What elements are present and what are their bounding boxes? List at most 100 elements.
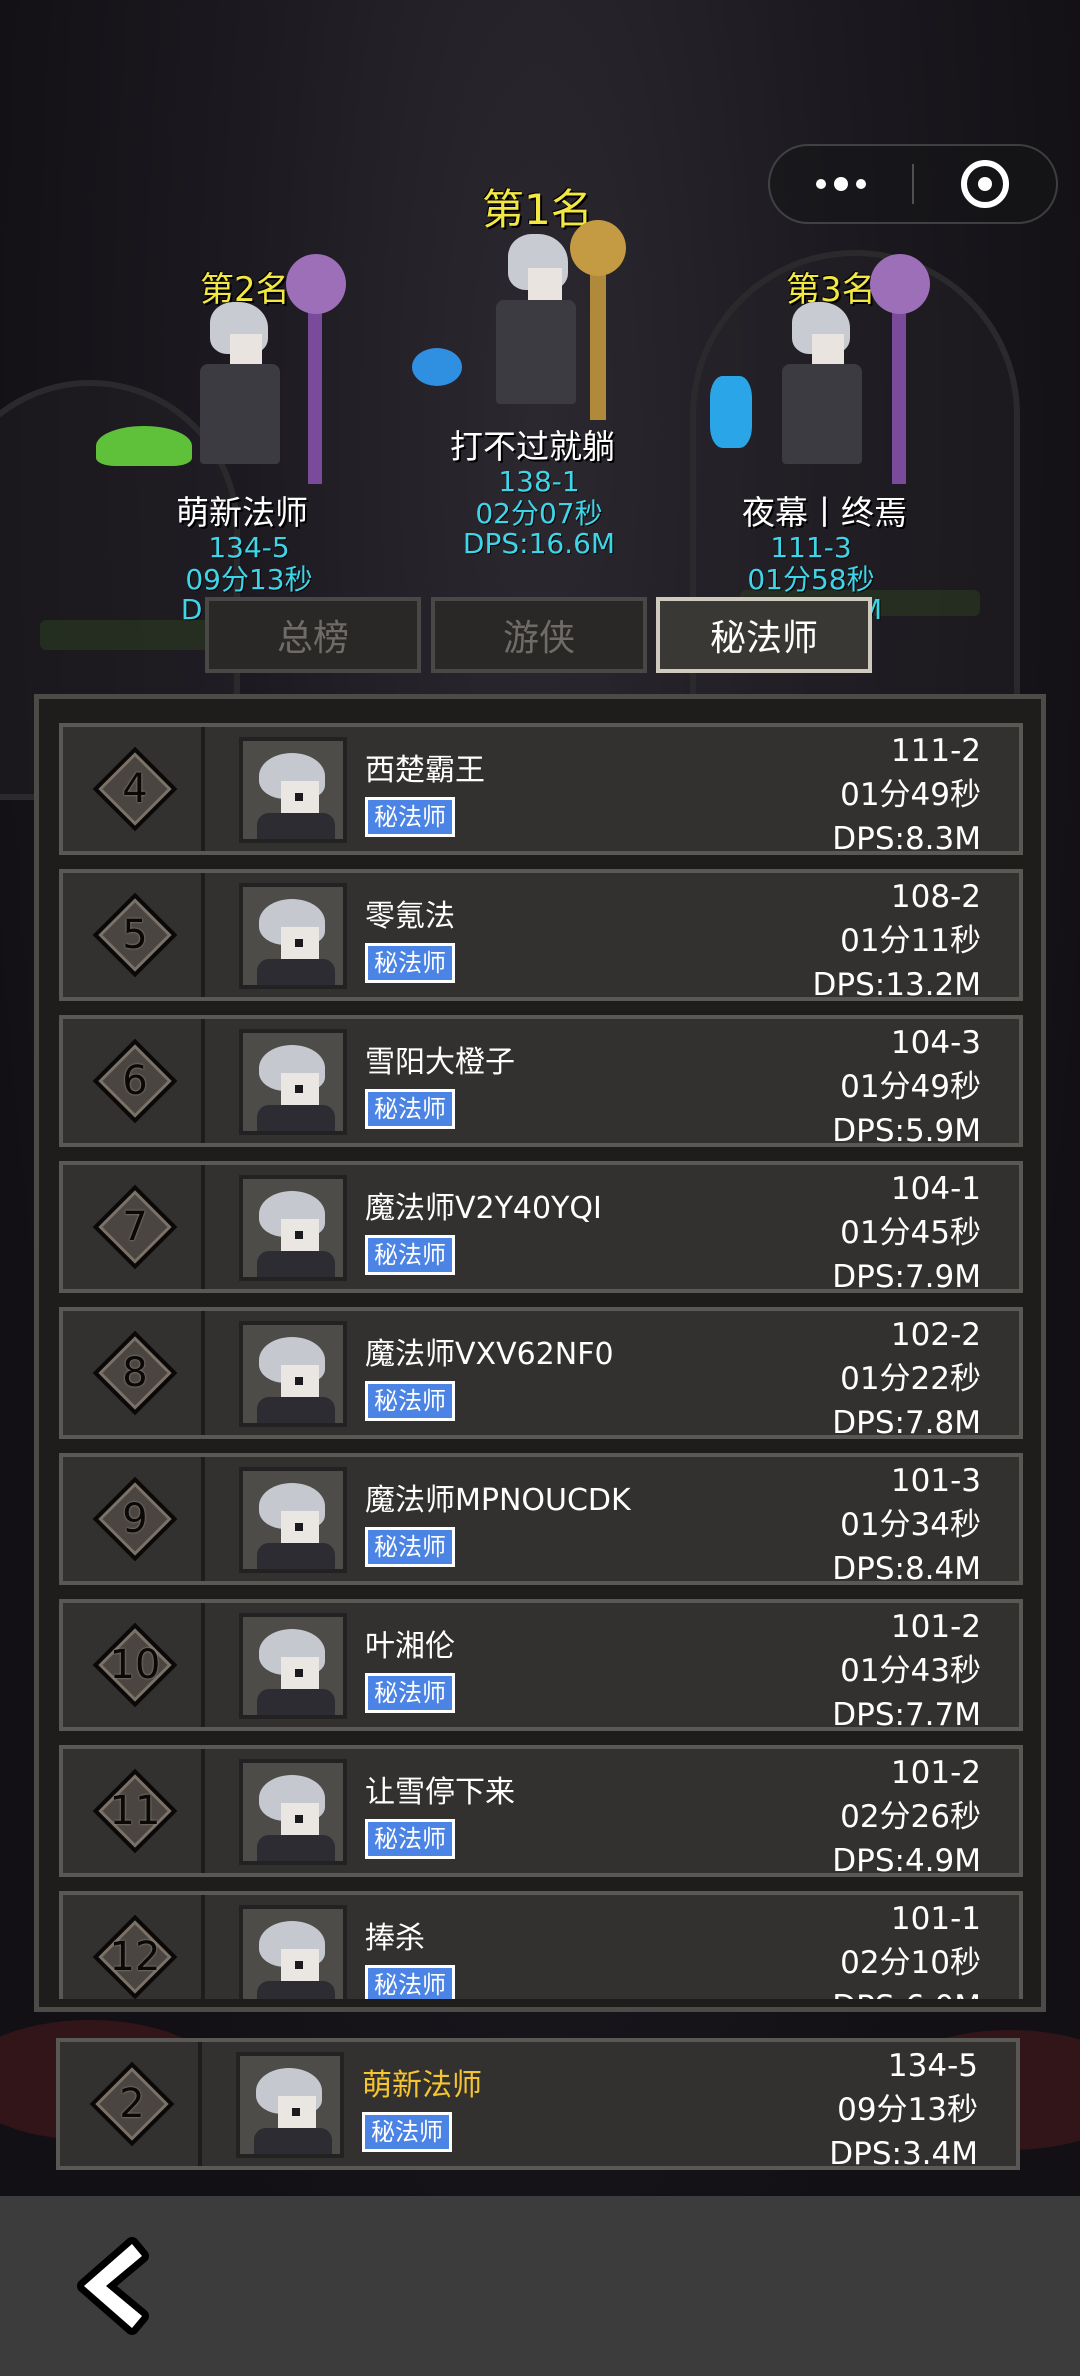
player-stats: 101-3 01分34秒 DPS:8.4M: [832, 1459, 981, 1591]
avatar: [239, 1759, 347, 1865]
podium-level-second: 134-5: [208, 531, 290, 564]
player-dps: DPS:5.9M: [832, 1113, 981, 1149]
class-badge: 秘法师: [362, 2112, 452, 2152]
player-stats: 111-2 01分49秒 DPS:8.3M: [832, 729, 981, 861]
rank-diamond: 10: [92, 1622, 178, 1708]
player-time: 02分26秒: [840, 1799, 981, 1835]
podium-time-third: 01分58秒: [747, 563, 875, 596]
ranking-row[interactable]: 10 叶湘伦 秘法师 101-2 01分43秒 DPS:7.7M: [59, 1599, 1023, 1733]
class-badge: 秘法师: [365, 1381, 455, 1421]
player-level: 101-2: [890, 1755, 981, 1791]
player-time: 01分43秒: [840, 1653, 981, 1689]
rank-diamond: 6: [92, 1038, 178, 1124]
rank-number: 5: [122, 912, 148, 958]
rank-diamond: 12: [92, 1914, 178, 1999]
ranking-row[interactable]: 11 让雪停下来 秘法师 101-2 02分26秒 DPS:4.9M: [59, 1745, 1023, 1879]
ranking-row[interactable]: 7 魔法师V2Y40YQI 秘法师 104-1 01分45秒 DPS:7.9M: [59, 1161, 1023, 1295]
player-dps: DPS:3.4M: [829, 2136, 978, 2172]
avatar: [239, 1905, 347, 1999]
player-time: 01分45秒: [840, 1215, 981, 1251]
player-level: 101-3: [890, 1463, 981, 1499]
rank-diamond: 11: [92, 1768, 178, 1854]
avatar: [239, 1467, 347, 1573]
podium-dps-first: DPS:16.6M: [462, 527, 616, 560]
player-name: 让雪停下来: [365, 1775, 515, 1810]
avatar: [236, 2052, 344, 2158]
podium-name-third: 夜幕丨终焉: [742, 493, 907, 532]
more-dots-icon: [816, 177, 866, 191]
ranking-row[interactable]: 9 魔法师MPNOUCDK 秘法师 101-3 01分34秒 DPS:8.4M: [59, 1453, 1023, 1587]
player-dps: DPS:4.9M: [832, 1843, 981, 1879]
tab-arcanist[interactable]: 秘法师: [656, 597, 872, 673]
rank-number: 10: [109, 1642, 161, 1688]
class-badge: 秘法师: [365, 943, 455, 983]
class-badge: 秘法师: [365, 797, 455, 837]
player-name: 萌新法师: [362, 2068, 482, 2103]
rank-diamond: 5: [92, 892, 178, 978]
player-time: 02分10秒: [840, 1945, 981, 1981]
player-stats: 104-1 01分45秒 DPS:7.9M: [832, 1167, 981, 1299]
crab-pet-icon: [404, 340, 468, 390]
podium-level-first: 138-1: [498, 465, 580, 498]
rank-number: 12: [109, 1934, 161, 1980]
tab-ranger[interactable]: 游侠: [431, 597, 647, 673]
player-name: 零氪法: [365, 899, 455, 934]
avatar: [239, 883, 347, 989]
back-arrow-icon: [77, 2237, 149, 2335]
back-button[interactable]: [70, 2236, 160, 2336]
player-level: 108-2: [890, 879, 981, 915]
player-stats: 108-2 01分11秒 DPS:13.2M: [813, 875, 981, 1007]
player-stats: 134-5 09分13秒 DPS:3.4M: [829, 2044, 978, 2176]
rank-diamond: 7: [92, 1184, 178, 1270]
tab-overall[interactable]: 总榜: [205, 597, 421, 673]
player-dps: DPS:7.8M: [832, 1405, 981, 1441]
rank-number: 6: [122, 1058, 148, 1104]
rank-diamond: 2: [89, 2061, 175, 2147]
ranking-row[interactable]: 12 捧杀 秘法师 101-1 02分10秒 DPS:6.0M: [59, 1891, 1023, 1999]
ranking-list-scroll[interactable]: 4 西楚霸王 秘法师 111-2 01分49秒 DPS:8.3M 5 零氪法 秘…: [39, 707, 1041, 1999]
player-dps: DPS:8.3M: [832, 821, 981, 857]
player-name: 魔法师V2Y40YQI: [365, 1191, 602, 1226]
player-stats: 104-3 01分49秒 DPS:5.9M: [832, 1021, 981, 1153]
player-time: 09分13秒: [837, 2092, 978, 2128]
podium-level-third: 111-3: [770, 531, 852, 564]
crystal-pet-icon: [706, 372, 756, 452]
player-dps: DPS:6.0M: [832, 1985, 981, 1999]
avatar: [239, 1613, 347, 1719]
player-level: 111-2: [890, 733, 981, 769]
podium-name-first: 打不过就躺: [450, 427, 615, 466]
class-badge: 秘法师: [365, 1819, 455, 1859]
class-badge: 秘法师: [365, 1673, 455, 1713]
ranking-row[interactable]: 6 雪阳大橙子 秘法师 104-3 01分49秒 DPS:5.9M: [59, 1015, 1023, 1149]
avatar: [239, 1321, 347, 1427]
rank-number: 7: [122, 1204, 148, 1250]
podium-name-second: 萌新法师: [176, 493, 308, 532]
ranking-row[interactable]: 4 西楚霸王 秘法师 111-2 01分49秒 DPS:8.3M: [59, 723, 1023, 857]
ranking-row[interactable]: 8 魔法师VXV62NF0 秘法师 102-2 01分22秒 DPS:7.8M: [59, 1307, 1023, 1441]
player-dps: DPS:13.2M: [812, 967, 981, 1003]
player-time: 01分22秒: [840, 1361, 981, 1397]
rank-diamond: 9: [92, 1476, 178, 1562]
avatar: [239, 737, 347, 843]
player-name: 捧杀: [365, 1921, 425, 1956]
player-name: 雪阳大橙子: [365, 1045, 515, 1080]
player-level: 101-1: [890, 1901, 981, 1937]
mage-sprite-second: [190, 254, 380, 484]
target-circle-icon: [961, 160, 1009, 208]
miniprogram-capsule: [768, 144, 1058, 224]
rank-number: 2: [119, 2081, 145, 2127]
ranking-list[interactable]: 4 西楚霸王 秘法师 111-2 01分49秒 DPS:8.3M 5 零氪法 秘…: [34, 694, 1046, 2012]
close-button[interactable]: [914, 146, 1056, 222]
self-ranking-row[interactable]: 2 萌新法师 秘法师 134-5 09分13秒 DPS:3.4M: [56, 2038, 1020, 2172]
slime-pet-icon: [96, 420, 192, 466]
rank-number: 11: [109, 1788, 161, 1834]
player-level: 134-5: [887, 2048, 978, 2084]
ranking-row[interactable]: 5 零氪法 秘法师 108-2 01分11秒 DPS:13.2M: [59, 869, 1023, 1003]
more-button[interactable]: [770, 146, 912, 222]
bottom-bar: [0, 2196, 1080, 2376]
podium-time-second: 09分13秒: [185, 563, 313, 596]
player-stats: 101-1 02分10秒 DPS:6.0M: [832, 1897, 981, 1999]
player-name: 魔法师VXV62NF0: [365, 1337, 614, 1372]
rank-number: 4: [122, 766, 148, 812]
mage-sprite-first: [480, 220, 660, 420]
